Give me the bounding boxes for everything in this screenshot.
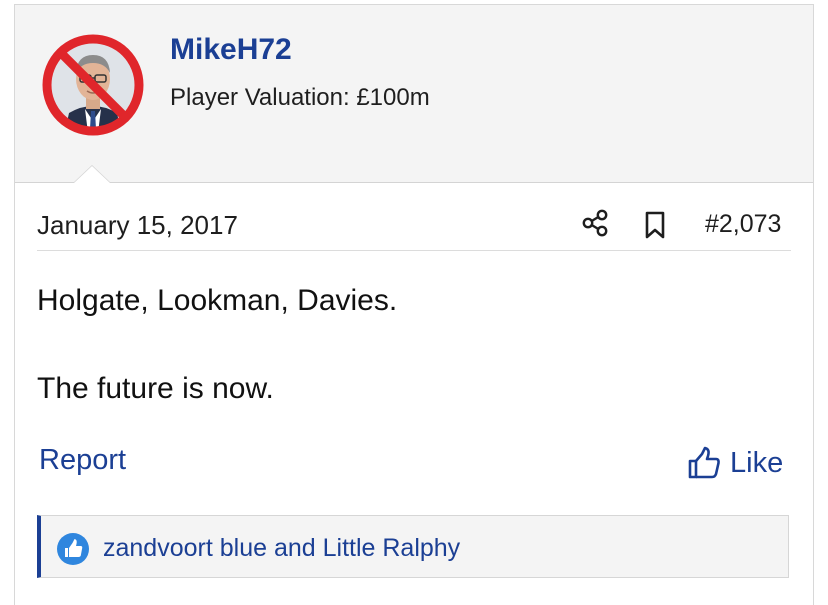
author-username[interactable]: MikeH72 — [170, 33, 292, 67]
post-body-line: Holgate, Lookman, Davies. — [37, 284, 398, 317]
share-icon[interactable] — [581, 208, 609, 238]
post-body-line: The future is now. — [37, 372, 274, 405]
header-pointer — [73, 165, 111, 183]
post-author-header: MikeH72 Player Valuation: £100m — [15, 5, 813, 183]
reactions-bar: zandvoort blue and Little Ralphy — [37, 515, 789, 578]
like-label: Like — [730, 446, 784, 479]
author-title: Player Valuation: £100m — [170, 84, 430, 111]
report-link[interactable]: Report — [39, 444, 126, 477]
post-date[interactable]: January 15, 2017 — [37, 210, 238, 241]
post-container: MikeH72 Player Valuation: £100m January … — [14, 4, 814, 605]
like-button[interactable]: Like — [687, 443, 783, 483]
reaction-users-link[interactable]: zandvoort blue and Little Ralphy — [103, 534, 460, 563]
avatar[interactable] — [37, 29, 149, 141]
bookmark-icon[interactable] — [643, 210, 667, 240]
thumbs-up-badge-icon — [57, 533, 89, 565]
meta-divider — [37, 250, 791, 251]
post-number-link[interactable]: #2,073 — [705, 210, 781, 239]
thumbs-up-icon — [688, 446, 720, 479]
